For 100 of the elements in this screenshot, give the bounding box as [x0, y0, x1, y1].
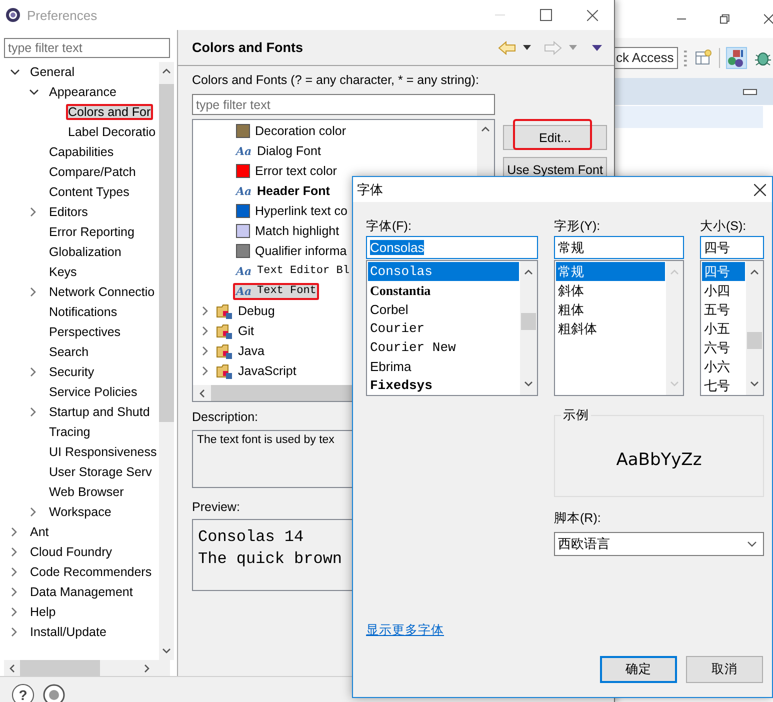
back-arrow-icon[interactable] — [498, 40, 516, 54]
chevron-down-icon[interactable] — [10, 67, 20, 77]
list-option[interactable]: 四号 — [702, 262, 745, 281]
tree-item[interactable]: Workspace — [47, 504, 114, 520]
scrollbar[interactable] — [666, 261, 683, 395]
tree-item[interactable]: Label Decoratio — [66, 124, 158, 140]
tree-item[interactable]: Hyperlink text co — [233, 202, 350, 220]
tree-item[interactable]: Debug — [213, 301, 278, 321]
tree-item[interactable]: Code Recommenders — [28, 564, 154, 580]
tree-item[interactable]: Error text color — [233, 162, 340, 180]
tree-item[interactable]: Data Management — [28, 584, 135, 600]
list-option[interactable]: Fixedsys — [368, 376, 519, 395]
list-option[interactable]: 常规 — [556, 262, 665, 281]
list-option[interactable]: 七号 — [702, 376, 745, 395]
tree-item[interactable]: Web Browser — [47, 484, 126, 500]
list-option[interactable]: 粗斜体 — [556, 319, 665, 338]
dialog-button[interactable]: 取消 — [686, 656, 763, 683]
scrollbar[interactable] — [4, 660, 170, 676]
tree-item[interactable]: Service Policies — [47, 384, 140, 400]
close-icon[interactable] — [754, 184, 766, 196]
tree-item[interactable]: Ant — [28, 524, 51, 540]
tree-item[interactable]: Aa Header Font — [233, 182, 333, 200]
scroll-down-icon — [670, 381, 679, 387]
folder-icon — [216, 343, 233, 359]
tree-item[interactable]: Aa Text Font — [233, 282, 320, 300]
filter-field[interactable]: type filter text — [192, 94, 495, 115]
tree-item[interactable]: Qualifier informa — [233, 242, 350, 260]
scroll-thumb[interactable] — [521, 313, 536, 330]
tree-item[interactable]: Capabilities — [47, 144, 116, 160]
quick-access-field[interactable]: ck Access — [615, 47, 678, 69]
tree-item[interactable]: Java — [213, 341, 268, 361]
script-dropdown[interactable]: 西欧语言 — [554, 532, 764, 556]
font-style-field[interactable]: 常规 — [554, 236, 684, 259]
more-fonts-link[interactable]: 显示更多字体 — [366, 623, 444, 637]
tree-item[interactable]: Perspectives — [47, 324, 123, 340]
font-size-field[interactable]: 四号 — [700, 236, 764, 259]
tree-item[interactable]: Match highlight — [233, 222, 342, 240]
help-button[interactable]: ? — [12, 684, 34, 702]
chevron-down-icon[interactable] — [29, 87, 39, 97]
font-icon: Aa — [236, 284, 252, 298]
list-option[interactable]: 粗体 — [556, 300, 665, 319]
list-option[interactable]: 斜体 — [556, 281, 665, 300]
list-option[interactable]: 小六 — [702, 357, 745, 376]
list-option[interactable]: 六号 — [702, 338, 745, 357]
tree-item[interactable]: Cloud Foundry — [28, 544, 114, 560]
scroll-thumb[interactable] — [158, 84, 174, 422]
dialog-button[interactable]: 确定 — [600, 656, 677, 683]
tree-item[interactable]: User Storage Serv — [47, 464, 154, 480]
tree-item[interactable]: Content Types — [47, 184, 132, 200]
tree-item[interactable]: Keys — [47, 264, 79, 280]
toolbar-button[interactable] — [726, 47, 746, 69]
sample-text: AaBbYyZz — [616, 450, 702, 470]
tree-item[interactable]: Error Reporting — [47, 224, 136, 240]
tree-item[interactable]: Aa Dialog Font — [233, 142, 324, 160]
tree-item[interactable]: Compare/Patch — [47, 164, 138, 180]
scrollbar[interactable] — [520, 261, 537, 395]
tree-item[interactable]: Globalization — [47, 244, 124, 260]
font-style-label: 字形(Y): — [554, 218, 602, 235]
caret-icon[interactable] — [523, 45, 531, 50]
list-option[interactable]: Ebrima — [368, 357, 519, 376]
tree-item[interactable]: Network Connectio — [47, 284, 157, 300]
tree-item[interactable]: Notifications — [47, 304, 120, 320]
preview-label: Preview: — [192, 499, 240, 515]
action-button[interactable]: Edit... — [503, 125, 607, 150]
tree-item[interactable]: Decoration color — [233, 122, 350, 140]
tree-item[interactable]: Editors — [47, 204, 90, 220]
tree-item[interactable]: Help — [28, 604, 58, 620]
scroll-thumb[interactable] — [747, 332, 762, 349]
tree-item[interactable]: UI Responsiveness — [47, 444, 159, 460]
shapes-icon — [727, 49, 746, 67]
tree-item[interactable]: Search — [47, 344, 91, 360]
tree-item[interactable]: Startup and Shutd — [47, 404, 152, 420]
scroll-thumb[interactable] — [20, 660, 100, 676]
tree-item[interactable]: Security — [47, 364, 96, 380]
scrollbar[interactable] — [746, 261, 763, 395]
list-option[interactable]: 五号 — [702, 300, 745, 319]
tree-item[interactable]: Colors and For — [66, 104, 153, 120]
list-option[interactable]: Courier — [368, 319, 519, 338]
list-option[interactable]: Courier New — [368, 338, 519, 357]
tree-item[interactable]: Appearance — [47, 84, 118, 100]
font-name-field[interactable]: Consolas — [366, 236, 538, 259]
font-icon: Aa — [236, 264, 252, 278]
record-icon[interactable] — [43, 684, 65, 702]
tree-item[interactable]: Aa Text Editor Bl — [233, 262, 352, 280]
tree-item[interactable]: Install/Update — [28, 624, 108, 640]
tree-item[interactable]: Tracing — [47, 424, 92, 440]
list-option[interactable]: 小四 — [702, 281, 745, 300]
scrollbar[interactable] — [158, 62, 174, 660]
list-option[interactable]: Corbel — [368, 300, 519, 319]
description-label: Description: — [192, 409, 258, 425]
scroll-down-icon — [162, 648, 171, 654]
tree-item[interactable]: Git — [213, 321, 257, 341]
tree-item[interactable]: General — [28, 64, 76, 80]
list-option[interactable]: 小五 — [702, 319, 745, 338]
view-menu-icon[interactable] — [592, 44, 602, 50]
list-option[interactable]: Consolas — [368, 262, 519, 281]
close-icon — [587, 10, 598, 20]
list-option[interactable]: Constantia — [368, 281, 519, 300]
tree-item[interactable]: JavaScript — [213, 361, 300, 381]
filter-field[interactable]: type filter text — [4, 38, 170, 58]
